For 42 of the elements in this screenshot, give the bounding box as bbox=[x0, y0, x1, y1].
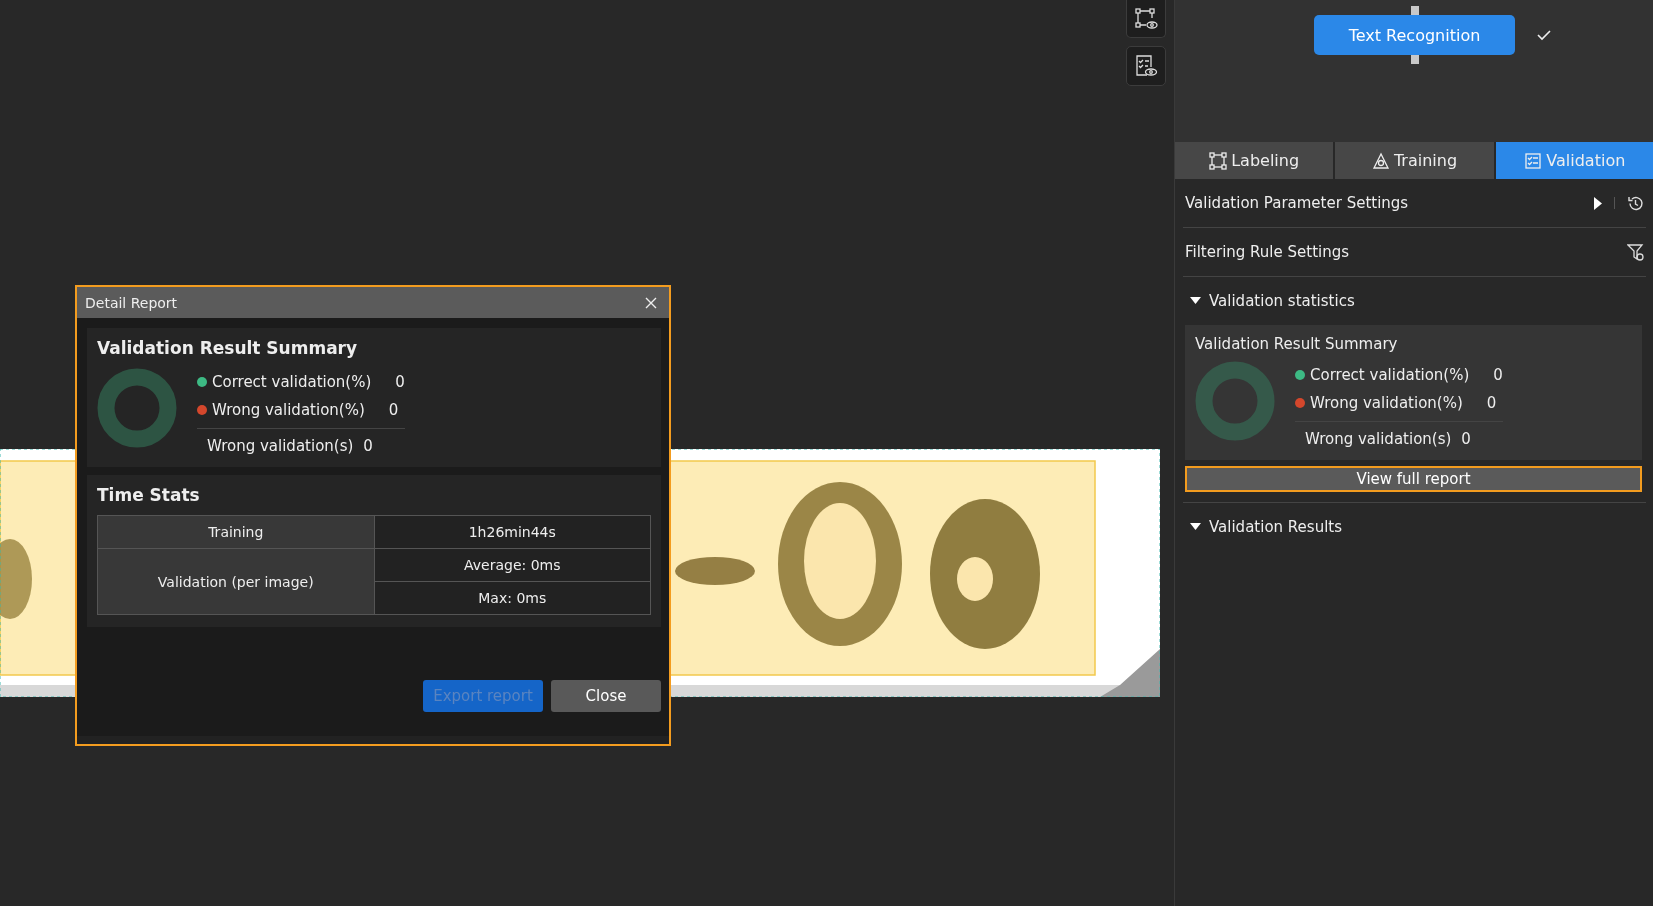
filter-icon[interactable] bbox=[1627, 243, 1644, 261]
legend-value: 0 bbox=[1486, 394, 1497, 412]
count-label: Wrong validation(s) bbox=[1305, 430, 1452, 448]
tab[interactable]: Training bbox=[1335, 142, 1494, 179]
play-icon[interactable] bbox=[1594, 196, 1602, 210]
legend-value: 0 bbox=[388, 401, 399, 419]
section-label: Validation Parameter Settings bbox=[1185, 194, 1409, 212]
section-label: Filtering Rule Settings bbox=[1185, 243, 1350, 261]
expand-icon[interactable] bbox=[1190, 523, 1201, 531]
triangle-nodes-icon bbox=[1371, 151, 1390, 170]
count-value: 0 bbox=[363, 437, 373, 455]
connector-port[interactable] bbox=[1410, 55, 1419, 64]
expand-icon[interactable] bbox=[1190, 297, 1201, 305]
legend-label: Correct validation(%) bbox=[212, 373, 372, 391]
workflow-node[interactable]: Text Recognition bbox=[1314, 15, 1515, 55]
close-button[interactable]: Close bbox=[551, 680, 661, 712]
view-report-button[interactable]: View full report bbox=[1185, 466, 1642, 492]
section-title: Validation Result Summary bbox=[97, 338, 359, 358]
connector-port[interactable] bbox=[1410, 6, 1419, 15]
section-label: Validation statistics bbox=[1209, 292, 1355, 310]
legend-label: Correct validation(%) bbox=[1310, 366, 1470, 384]
count-label: Wrong validation(s) bbox=[207, 437, 354, 455]
legend-value: 0 bbox=[395, 373, 405, 391]
count-value: 0 bbox=[1461, 430, 1471, 448]
legend-value: 0 bbox=[1493, 366, 1503, 384]
table-cell: Training bbox=[97, 515, 374, 549]
table-cell: Max: 0ms bbox=[374, 581, 651, 615]
checklist-icon bbox=[1524, 151, 1543, 170]
bounding-box-icon bbox=[1209, 151, 1228, 170]
table-cell: 1h26min44s bbox=[374, 515, 651, 549]
legend-label: Wrong validation(%) bbox=[1310, 394, 1463, 412]
annotation-view-icon[interactable] bbox=[1126, 0, 1166, 38]
table-cell: Validation (per image) bbox=[97, 548, 374, 615]
tab[interactable]: Labeling bbox=[1175, 142, 1334, 179]
dialog-title: Detail Report bbox=[85, 294, 178, 311]
history-icon[interactable] bbox=[1627, 194, 1644, 212]
checklist-view-icon[interactable] bbox=[1126, 46, 1166, 86]
table-cell: Average: 0ms bbox=[374, 548, 651, 582]
section-label: Validation Results bbox=[1209, 518, 1342, 536]
section-title: Validation Result Summary bbox=[1195, 335, 1399, 353]
section-title: Time Stats bbox=[97, 485, 201, 505]
legend-label: Wrong validation(%) bbox=[212, 401, 365, 419]
